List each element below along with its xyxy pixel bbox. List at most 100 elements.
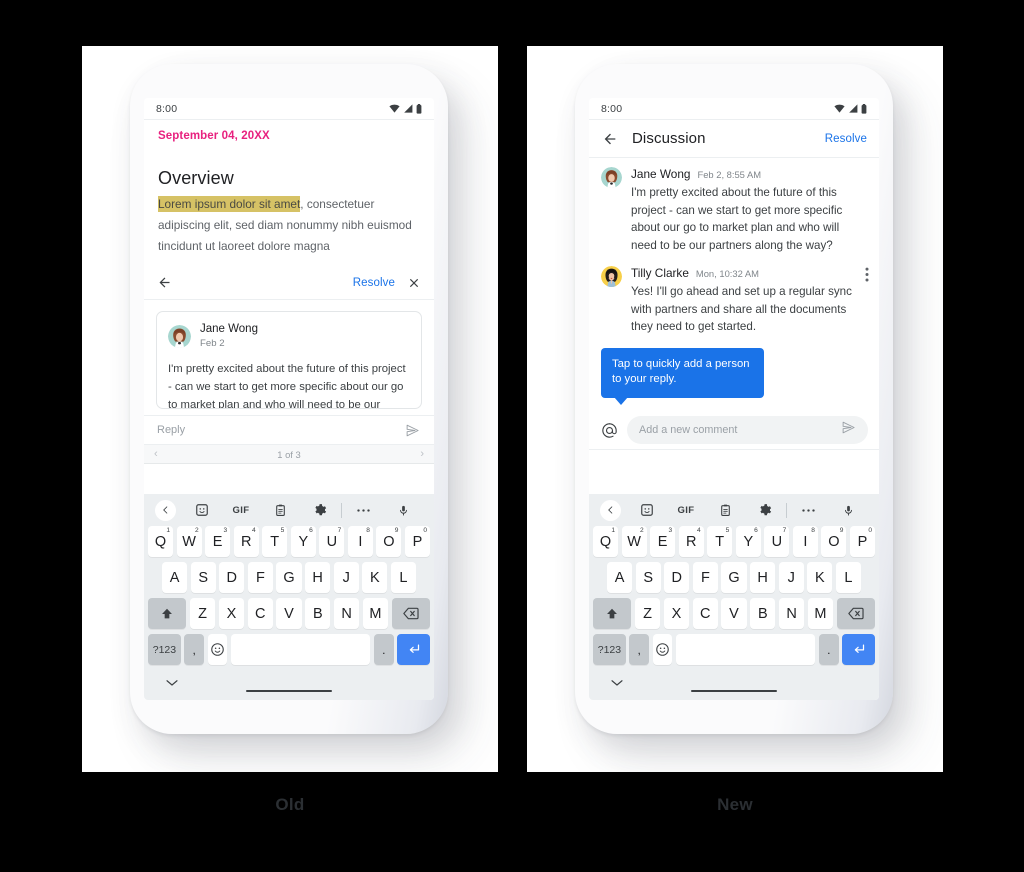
key-o[interactable]: 9O (376, 526, 402, 557)
chevron-left-icon[interactable] (600, 499, 621, 521)
chevron-down-icon[interactable] (611, 674, 623, 692)
key-b[interactable]: B (305, 598, 331, 629)
key-p[interactable]: 0P (404, 526, 430, 557)
backspace-icon[interactable] (836, 598, 875, 629)
key-q[interactable]: 1Q (148, 526, 174, 557)
key-u[interactable]: 7U (319, 526, 345, 557)
key-e[interactable]: 3E (205, 526, 231, 557)
key-y[interactable]: 6Y (290, 526, 316, 557)
key-l[interactable]: L (835, 562, 861, 593)
chevron-left-icon[interactable]: ‹ (154, 448, 158, 460)
key-f[interactable]: F (247, 562, 273, 593)
key-u[interactable]: 7U (764, 526, 790, 557)
key-w[interactable]: 2W (176, 526, 202, 557)
period-key[interactable]: . (818, 634, 839, 665)
key-i[interactable]: 8I (792, 526, 818, 557)
at-mention-icon[interactable] (600, 421, 618, 439)
key-r[interactable]: 4R (233, 526, 259, 557)
key-z[interactable]: Z (189, 598, 216, 629)
symbols-key[interactable]: ?123 (148, 634, 181, 665)
key-g[interactable]: G (721, 562, 747, 593)
key-s[interactable]: S (635, 562, 661, 593)
enter-return-icon[interactable] (397, 634, 431, 665)
gif-icon[interactable]: GIF (666, 505, 705, 516)
key-t[interactable]: 5T (262, 526, 288, 557)
key-e[interactable]: 3E (650, 526, 676, 557)
shift-up-icon[interactable] (593, 598, 632, 629)
more-dots-icon[interactable] (344, 508, 383, 513)
key-c[interactable]: C (692, 598, 718, 629)
resolve-button[interactable]: Resolve (353, 277, 395, 289)
chevron-left-icon[interactable] (155, 499, 176, 521)
microphone-icon[interactable] (384, 503, 423, 518)
key-s[interactable]: S (190, 562, 216, 593)
enter-return-icon[interactable] (842, 634, 876, 665)
space-key[interactable] (675, 634, 816, 665)
key-j[interactable]: J (333, 562, 359, 593)
symbols-key[interactable]: ?123 (593, 634, 626, 665)
highlighted-text[interactable]: Lorem ipsum dolor sit amet (158, 196, 301, 212)
shift-up-icon[interactable] (148, 598, 187, 629)
key-j[interactable]: J (778, 562, 804, 593)
resolve-button[interactable]: Resolve (825, 133, 867, 145)
key-m[interactable]: M (362, 598, 389, 629)
backspace-icon[interactable] (391, 598, 430, 629)
period-key[interactable]: . (373, 634, 394, 665)
reply-row[interactable]: Reply (144, 415, 434, 445)
key-r[interactable]: 4R (678, 526, 704, 557)
key-n[interactable]: N (778, 598, 805, 629)
emoji-smile-icon[interactable] (652, 634, 673, 665)
key-d[interactable]: D (664, 562, 690, 593)
key-p[interactable]: 0P (849, 526, 875, 557)
more-options-icon[interactable] (865, 267, 869, 287)
close-icon[interactable] (405, 274, 423, 292)
arrow-left-icon[interactable] (155, 274, 173, 292)
mention-tooltip[interactable]: Tap to quickly add a person to your repl… (601, 347, 764, 405)
arrow-left-icon[interactable] (601, 130, 619, 148)
key-f[interactable]: F (692, 562, 718, 593)
send-icon[interactable] (841, 420, 856, 440)
key-y[interactable]: 6Y (735, 526, 761, 557)
key-h[interactable]: H (305, 562, 331, 593)
key-o[interactable]: 9O (821, 526, 847, 557)
send-icon[interactable] (403, 421, 421, 439)
gif-icon[interactable]: GIF (221, 505, 260, 516)
emoji-smile-icon[interactable] (207, 634, 228, 665)
key-z[interactable]: Z (634, 598, 661, 629)
comma-key[interactable]: , (184, 634, 205, 665)
key-a[interactable]: A (607, 562, 633, 593)
gear-icon[interactable] (745, 503, 784, 517)
key-w[interactable]: 2W (621, 526, 647, 557)
key-m[interactable]: M (807, 598, 834, 629)
microphone-icon[interactable] (829, 503, 868, 518)
more-dots-icon[interactable] (789, 508, 828, 513)
key-a[interactable]: A (162, 562, 188, 593)
chevron-down-icon[interactable] (166, 674, 178, 692)
key-g[interactable]: G (276, 562, 302, 593)
clipboard-icon[interactable] (261, 503, 300, 517)
sticker-face-icon[interactable] (182, 503, 221, 517)
comment-card[interactable]: Jane Wong Feb 2 I'm pretty excited about… (156, 311, 422, 409)
gear-icon[interactable] (300, 503, 339, 517)
key-i[interactable]: 8I (347, 526, 373, 557)
key-d[interactable]: D (219, 562, 245, 593)
key-v[interactable]: V (721, 598, 747, 629)
key-k[interactable]: K (807, 562, 833, 593)
comment-input[interactable]: Add a new comment (627, 416, 868, 444)
key-b[interactable]: B (750, 598, 776, 629)
reply-input[interactable]: Reply (157, 424, 403, 436)
space-key[interactable] (230, 634, 371, 665)
key-c[interactable]: C (247, 598, 273, 629)
key-x[interactable]: X (663, 598, 690, 629)
key-l[interactable]: L (390, 562, 416, 593)
chevron-right-icon[interactable]: › (420, 448, 424, 460)
key-n[interactable]: N (333, 598, 360, 629)
key-h[interactable]: H (750, 562, 776, 593)
key-v[interactable]: V (276, 598, 302, 629)
key-q[interactable]: 1Q (593, 526, 619, 557)
key-t[interactable]: 5T (707, 526, 733, 557)
sticker-face-icon[interactable] (627, 503, 666, 517)
comma-key[interactable]: , (629, 634, 650, 665)
key-x[interactable]: X (218, 598, 245, 629)
key-k[interactable]: K (362, 562, 388, 593)
